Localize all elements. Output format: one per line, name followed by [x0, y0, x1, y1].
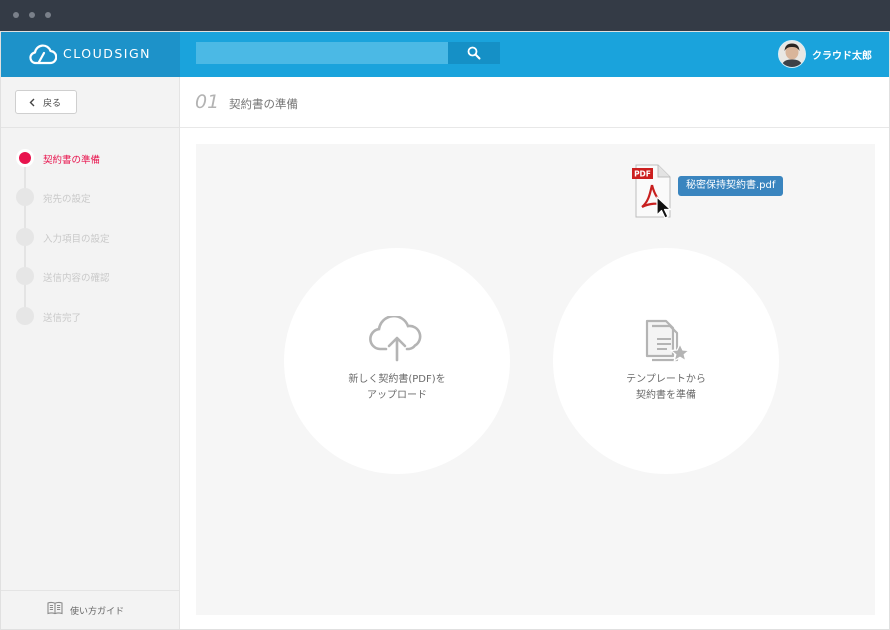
- back-button[interactable]: 戻る: [15, 90, 77, 114]
- step-label: 入力項目の設定: [43, 234, 110, 245]
- avatar[interactable]: [778, 40, 806, 68]
- upload-card-line2: アップロード: [367, 390, 427, 401]
- svg-text:PDF: PDF: [634, 169, 651, 178]
- template-card-line1: テンプレートから: [626, 374, 706, 385]
- step-label: 送信完了: [43, 313, 82, 324]
- back-button-label: 戻る: [43, 99, 62, 109]
- page-title: 契約書の準備: [229, 97, 298, 111]
- main-header: 01 契約書の準備: [180, 77, 890, 128]
- template-card[interactable]: テンプレートから 契約書を準備: [553, 248, 779, 474]
- step-item-fields: 入力項目の設定: [16, 228, 166, 246]
- step-item-recipients: 宛先の設定: [16, 188, 166, 206]
- template-card-line2: 契約書を準備: [636, 390, 696, 401]
- upload-icon-wrap: [284, 314, 510, 366]
- chevron-left-icon: [29, 98, 35, 107]
- guide-label: 使い方ガイド: [70, 607, 125, 617]
- sidebar: 戻る 契約書の準備 宛先の設定 入力項目の設定 送信内容の確認 送信完了 使い方…: [0, 77, 180, 630]
- file-drop-area[interactable]: PDF 秘密保持契約書.pdf 新しく契約書(PDF)を アップロード テンプレ…: [196, 144, 875, 615]
- logo-text: CLOUDSIGN: [63, 46, 152, 61]
- user-name[interactable]: クラウド太郎: [812, 47, 872, 62]
- step-indicator: [16, 228, 34, 246]
- dragged-file-name: 秘密保持契約書.pdf: [678, 176, 784, 196]
- logo[interactable]: CLOUDSIGN: [0, 31, 180, 77]
- guide-divider: [0, 590, 179, 591]
- search-icon: [467, 46, 481, 60]
- window-minimize-dot[interactable]: [29, 12, 35, 18]
- book-icon: [47, 601, 63, 615]
- upload-card-label: 新しく契約書(PDF)を アップロード: [284, 372, 510, 404]
- upload-pdf-card[interactable]: 新しく契約書(PDF)を アップロード: [284, 248, 510, 474]
- template-card-label: テンプレートから 契約書を準備: [553, 372, 779, 404]
- step-indicator: [16, 188, 34, 206]
- step-item-complete: 送信完了: [16, 307, 166, 325]
- upload-card-line1: 新しく契約書(PDF)を: [348, 374, 446, 385]
- mouse-cursor-icon: [656, 196, 672, 219]
- step-label: 宛先の設定: [43, 194, 91, 205]
- search-button[interactable]: [448, 42, 500, 64]
- step-label: 送信内容の確認: [43, 273, 110, 284]
- step-number: 01: [195, 91, 220, 113]
- sidebar-divider: [0, 127, 179, 128]
- template-icon-wrap: [553, 316, 779, 370]
- window-titlebar: [0, 0, 890, 31]
- cloud-upload-icon: [369, 314, 422, 362]
- window-close-dot[interactable]: [13, 12, 19, 18]
- step-indicator-active: [16, 149, 34, 167]
- search-input[interactable]: [196, 42, 448, 64]
- step-label: 契約書の準備: [43, 155, 101, 166]
- app-header: CLOUDSIGN クラウド太郎: [0, 31, 890, 77]
- user-photo-icon: [779, 41, 805, 67]
- step-indicator: [16, 267, 34, 285]
- step-item-confirm: 送信内容の確認: [16, 267, 166, 285]
- document-star-icon: [645, 319, 690, 362]
- step-item-prepare: 契約書の準備: [16, 149, 166, 167]
- window-zoom-dot[interactable]: [45, 12, 51, 18]
- cloud-pen-icon: [29, 44, 57, 65]
- step-indicator: [16, 307, 34, 325]
